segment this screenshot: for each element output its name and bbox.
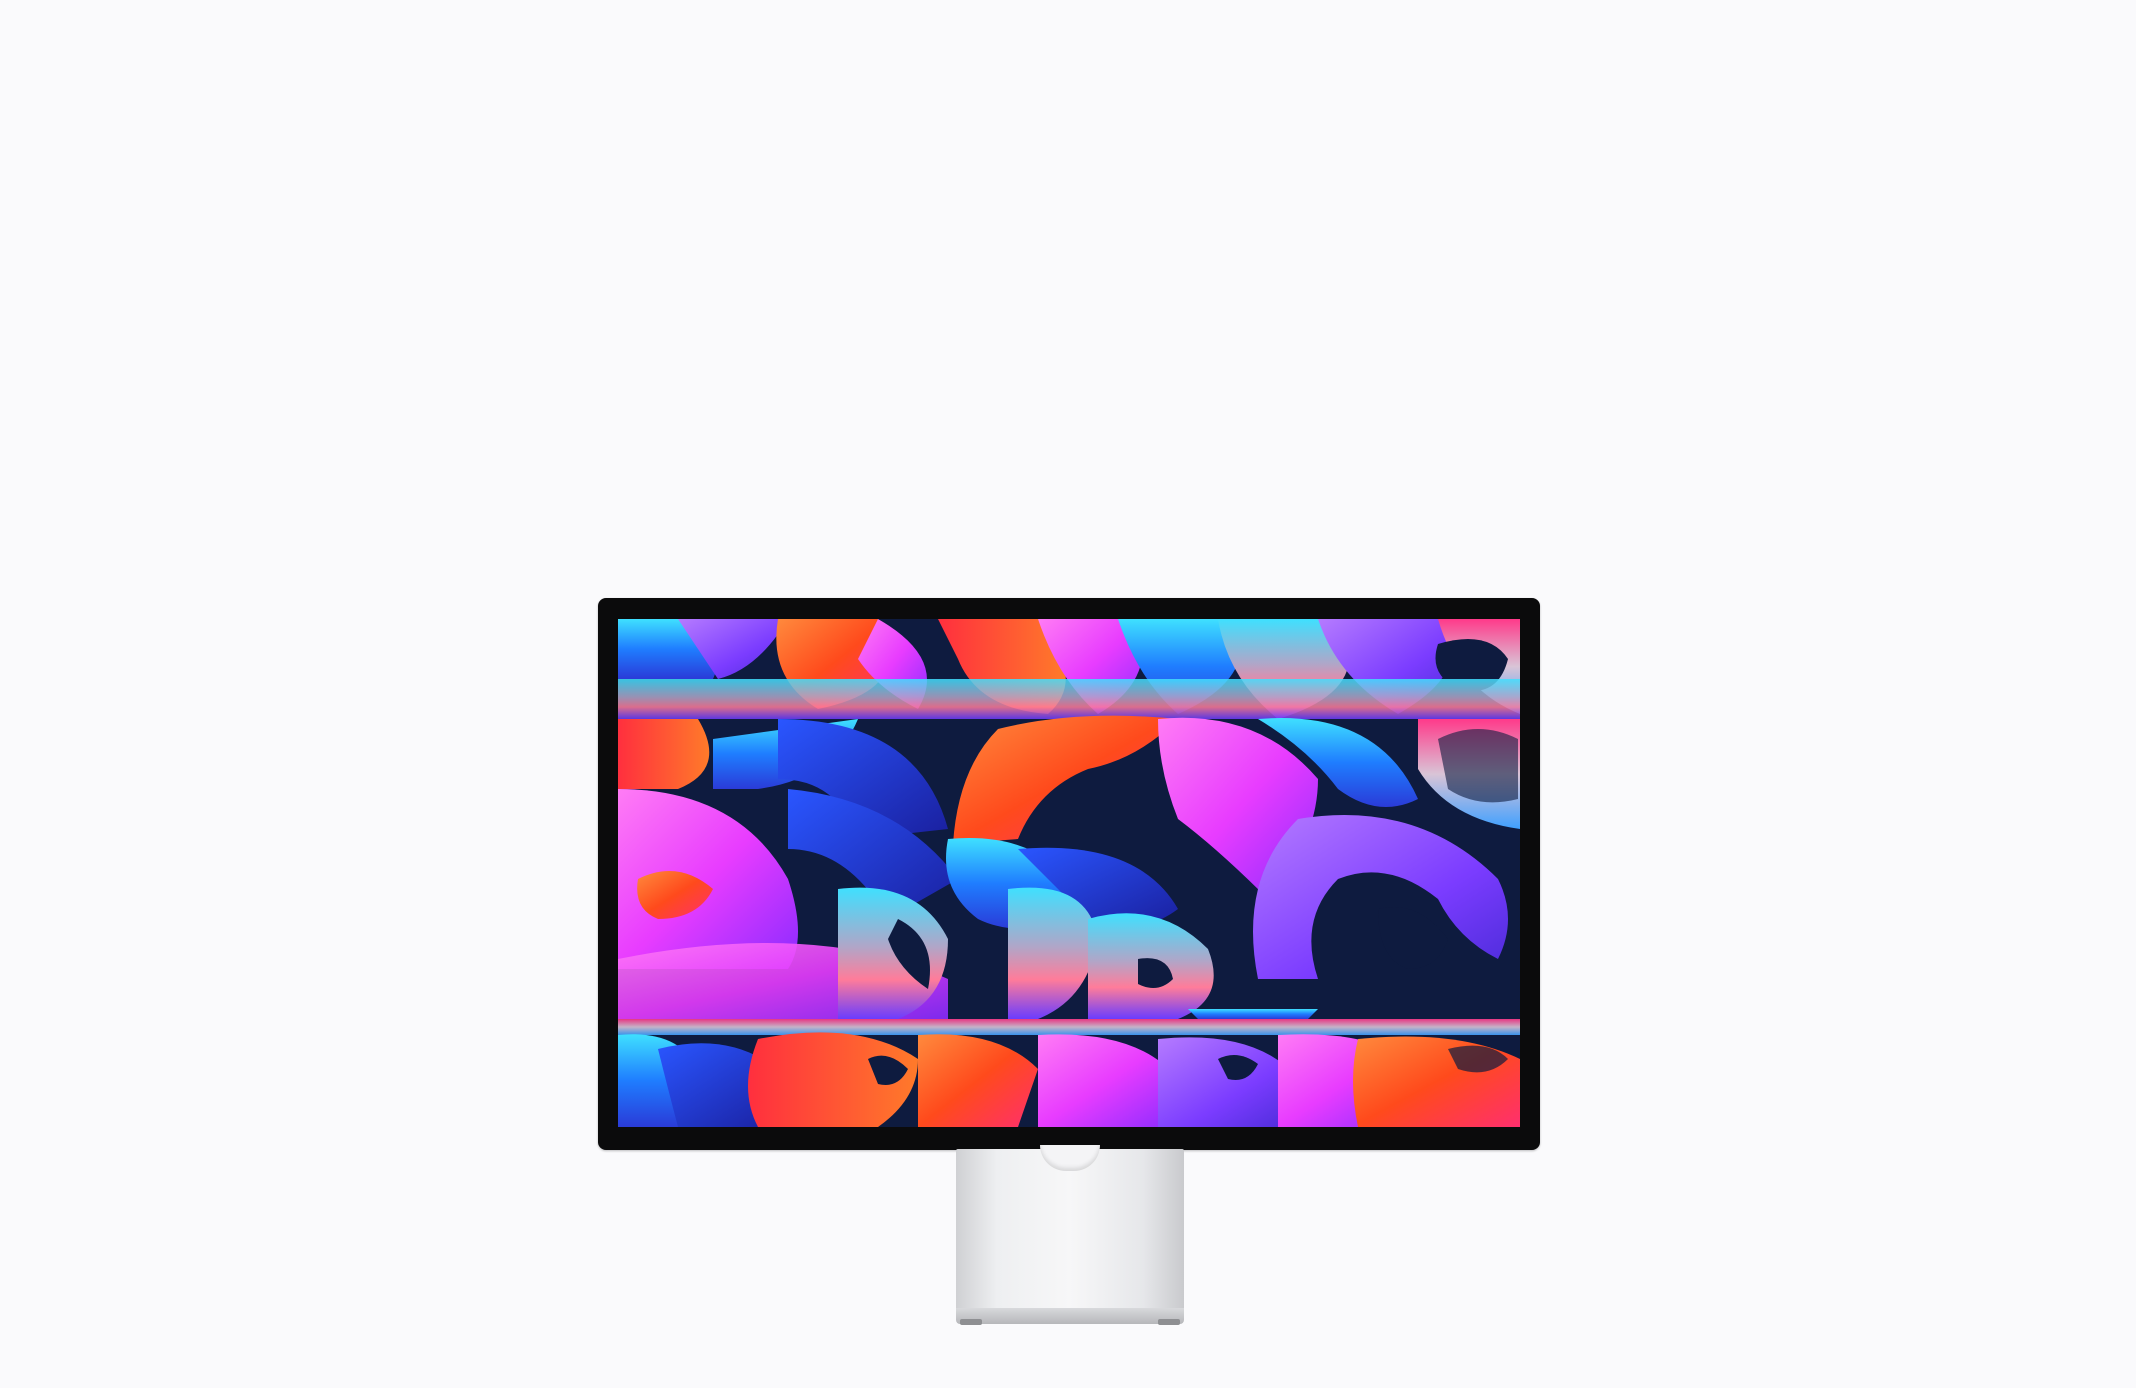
stand-foot: [956, 1308, 1184, 1324]
stand-neck: [956, 1149, 1184, 1311]
stand-foot-pad: [960, 1319, 982, 1325]
wallpaper-artwork: [618, 619, 1520, 1127]
stand-foot-pad: [1158, 1319, 1180, 1325]
display-screen: [618, 619, 1520, 1127]
product-page: [0, 0, 2136, 1388]
display-stand: [956, 1145, 1184, 1325]
studio-display: [598, 598, 1540, 1150]
